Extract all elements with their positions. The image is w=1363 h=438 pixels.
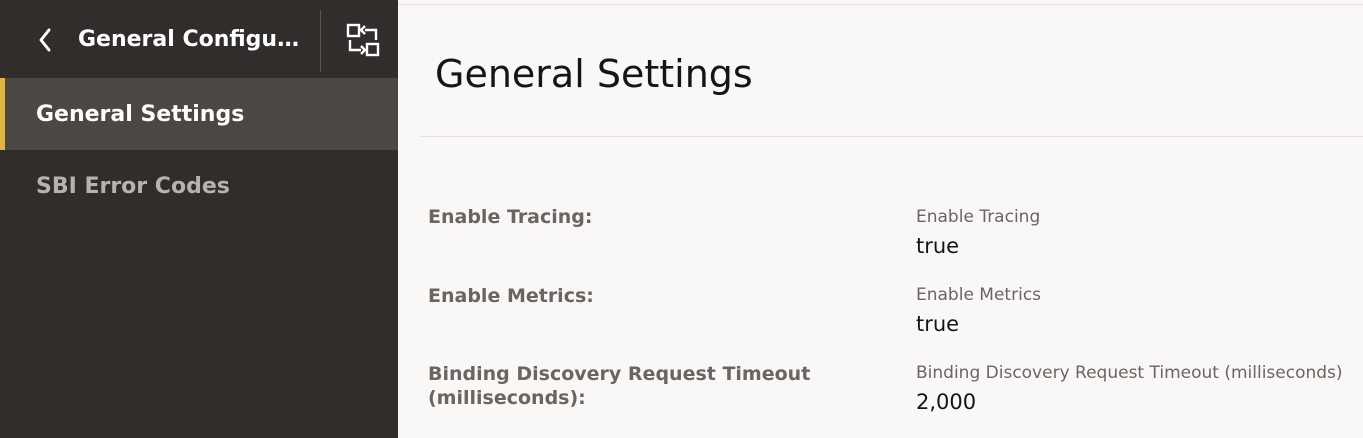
sidebar-item-sbi-error-codes[interactable]: SBI Error Codes xyxy=(0,150,398,222)
sidebar-item-general-settings[interactable]: General Settings xyxy=(0,78,398,150)
title-divider xyxy=(420,136,1363,137)
enable-metrics-label: Enable Metrics: xyxy=(428,285,594,307)
enable-metrics-value: true xyxy=(916,312,960,336)
sidebar-title: General Configur... xyxy=(78,27,306,52)
back-button[interactable] xyxy=(30,24,60,60)
enable-tracing-value: true xyxy=(916,234,960,258)
enable-metrics-readonly-label: Enable Metrics xyxy=(916,285,1042,305)
switch-view-button[interactable] xyxy=(340,20,386,64)
sidebar-item-label: General Settings xyxy=(36,101,245,127)
binding-discovery-timeout-readonly-label: Binding Discovery Request Timeout (milli… xyxy=(916,363,1343,383)
page-title: General Settings xyxy=(435,52,753,96)
content-top-border xyxy=(398,4,1363,5)
binding-discovery-timeout-value: 2,000 xyxy=(916,390,977,414)
sidebar-header: General Configur... xyxy=(0,0,398,78)
chevron-left-icon xyxy=(37,27,53,57)
binding-discovery-timeout-label: Binding Discovery Request Timeout (milli… xyxy=(428,363,811,409)
header-divider xyxy=(320,10,321,72)
enable-tracing-label: Enable Tracing: xyxy=(428,206,593,228)
switch-view-icon xyxy=(345,22,381,62)
sidebar-item-label: SBI Error Codes xyxy=(36,173,230,199)
sidebar: General Configur... General Settings SBI… xyxy=(0,0,398,438)
enable-tracing-readonly-label: Enable Tracing xyxy=(916,207,1041,227)
